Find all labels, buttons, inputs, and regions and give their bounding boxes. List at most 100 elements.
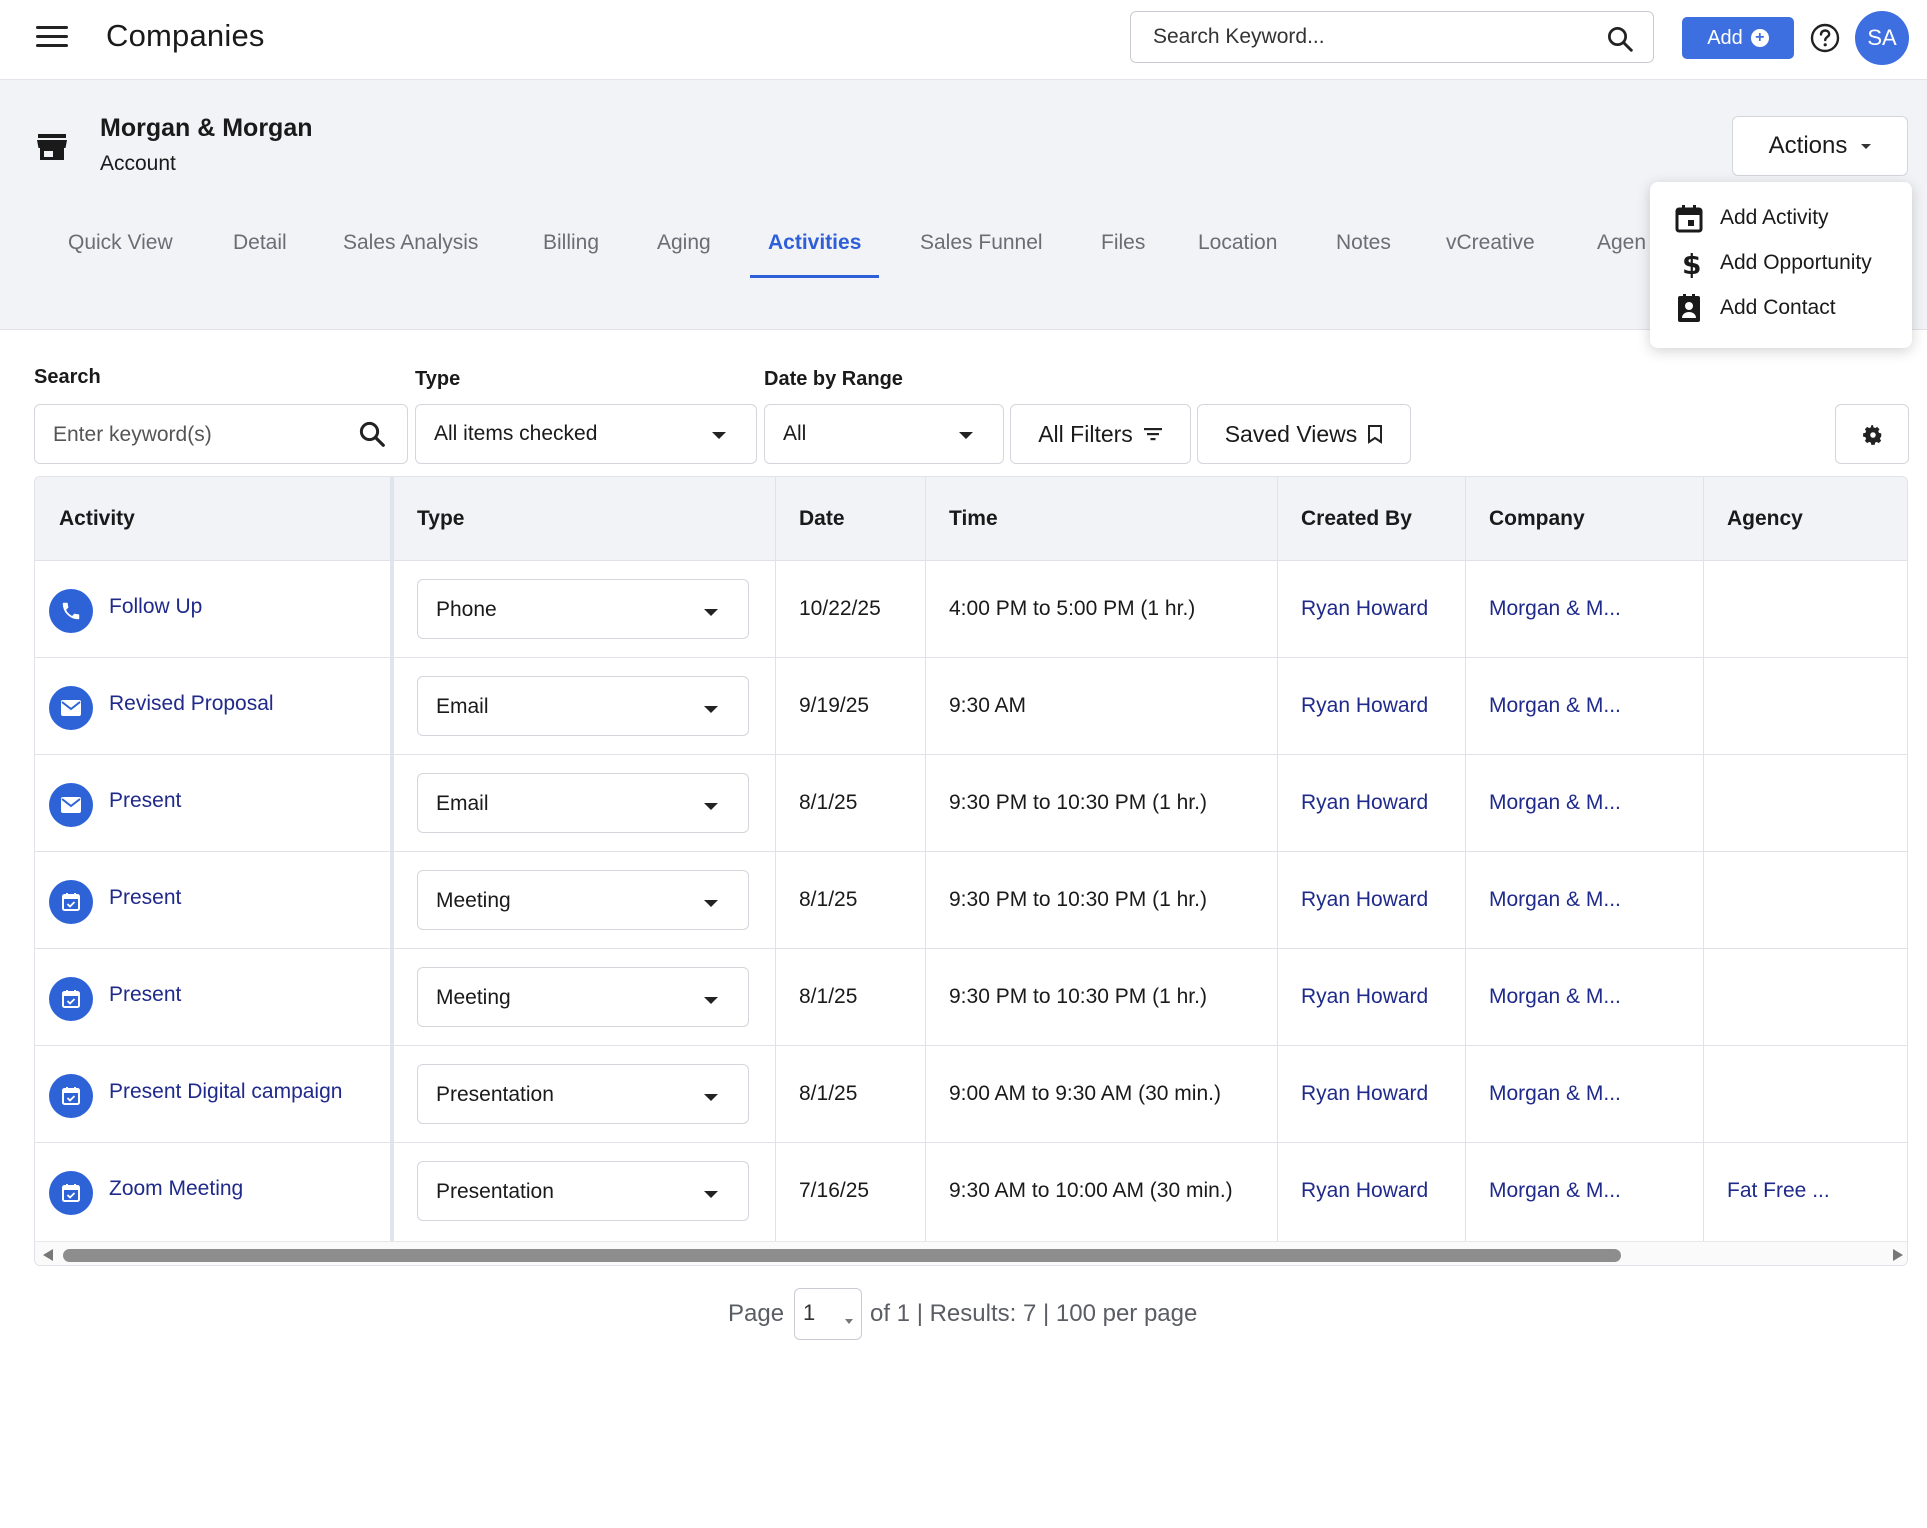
row-type-value: Meeting [436,889,511,912]
tab-sales-analysis[interactable]: Sales Analysis [325,220,496,278]
saved-views-button[interactable]: Saved Views [1197,404,1411,464]
activity-link[interactable]: Present [109,789,181,813]
scroll-left-arrow-icon[interactable] [43,1249,53,1261]
tab-billing[interactable]: Billing [525,220,617,278]
row-time: 9:30 PM to 10:30 PM (1 hr.) [949,791,1207,814]
row-created-by-link[interactable]: Ryan Howard [1301,1179,1428,1203]
actions-button[interactable]: Actions [1732,116,1908,176]
add-contact-menu-item[interactable]: Add Contact [1650,286,1912,330]
tab-aging[interactable]: Aging [639,220,729,278]
row-created-by-link[interactable]: Ryan Howard [1301,985,1428,1009]
row-type-select[interactable]: Phone [417,579,749,639]
row-agency-link[interactable]: Fat Free ... [1727,1179,1830,1203]
activity-search-input[interactable] [53,420,353,450]
tab-notes[interactable]: Notes [1318,220,1409,278]
email-icon [49,686,93,730]
tab-sales-funnel[interactable]: Sales Funnel [902,220,1061,278]
row-date: 7/16/25 [799,1179,870,1202]
help-icon[interactable] [1809,22,1841,54]
row-date: 9/19/25 [799,694,870,717]
tab-vcreative[interactable]: vCreative [1428,220,1553,278]
column-header-time[interactable]: Time [949,477,998,561]
top-bar: Companies Add + SA [0,0,1927,80]
row-type-select[interactable]: Presentation [417,1161,749,1221]
date-range-select[interactable]: All [764,404,1004,464]
row-company-link[interactable]: Morgan & M... [1489,985,1621,1009]
add-button-label: Add [1707,26,1743,49]
row-time: 9:30 AM to 10:00 AM (30 min.) [949,1179,1233,1202]
calendar-check-icon [49,1171,93,1215]
tab-detail[interactable]: Detail [215,220,305,278]
table-header: Activity Type Date Time Created By Compa… [35,477,1907,561]
row-type-select[interactable]: Presentation [417,1064,749,1124]
column-header-date[interactable]: Date [799,477,845,561]
activity-link[interactable]: Present Digital campaign [109,1080,342,1104]
all-filters-button[interactable]: All Filters [1010,404,1191,464]
row-company-link[interactable]: Morgan & M... [1489,694,1621,718]
activity-link[interactable]: Present [109,983,181,1007]
dropdown-arrow-icon [704,609,718,616]
add-activity-menu-item[interactable]: Add Activity [1650,196,1912,240]
activity-link[interactable]: Present [109,886,181,910]
row-type-select[interactable]: Meeting [417,870,749,930]
row-company-link[interactable]: Morgan & M... [1489,888,1621,912]
bookmark-icon [1368,425,1383,444]
tab-activities[interactable]: Activities [750,220,880,278]
column-header-company[interactable]: Company [1489,477,1585,561]
dropdown-arrow-icon [959,432,973,439]
row-created-by-link[interactable]: Ryan Howard [1301,791,1428,815]
row-company-link[interactable]: Morgan & M... [1489,791,1621,815]
calendar-check-icon [49,1074,93,1118]
global-search-input[interactable] [1153,22,1573,52]
row-date: 8/1/25 [799,791,858,814]
column-header-activity[interactable]: Activity [59,477,135,561]
scroll-right-arrow-icon[interactable] [1893,1249,1903,1261]
activity-link[interactable]: Zoom Meeting [109,1177,243,1201]
horizontal-scrollbar[interactable] [35,1241,1907,1265]
tab-location[interactable]: Location [1180,220,1295,278]
dropdown-arrow-icon [704,900,718,907]
table-settings-button[interactable] [1835,404,1909,464]
hamburger-menu-icon[interactable] [36,26,68,52]
add-opportunity-menu-item[interactable]: $ Add Opportunity [1650,241,1912,285]
activity-search [34,404,408,464]
row-company-link[interactable]: Morgan & M... [1489,1179,1621,1203]
search-icon[interactable] [1605,24,1635,54]
company-header: Morgan & Morgan Account Actions Quick Vi… [0,80,1927,330]
store-icon [37,134,67,160]
table-row: Revised Proposal Email 9/19/25 9:30 AM R… [35,658,1907,755]
activity-link[interactable]: Follow Up [109,595,202,619]
table-row: Present Digital campaign Presentation 8/… [35,1046,1907,1143]
row-company-link[interactable]: Morgan & M... [1489,1082,1621,1106]
dropdown-arrow-icon [704,803,718,810]
add-activity-label: Add Activity [1720,206,1829,229]
global-search [1130,11,1654,63]
company-name: Morgan & Morgan [100,114,313,142]
row-created-by-link[interactable]: Ryan Howard [1301,597,1428,621]
avatar[interactable]: SA [1855,11,1909,65]
calendar-check-icon [49,977,93,1021]
table-row: Present Email 8/1/25 9:30 PM to 10:30 PM… [35,755,1907,852]
dropdown-arrow-icon [704,1094,718,1101]
row-created-by-link[interactable]: Ryan Howard [1301,694,1428,718]
column-header-agency[interactable]: Agency [1727,477,1803,561]
dropdown-arrow-icon [704,706,718,713]
row-type-select[interactable]: Email [417,676,749,736]
table-row: Zoom Meeting Presentation 7/16/25 9:30 A… [35,1143,1907,1240]
row-type-value: Email [436,695,489,718]
row-company-link[interactable]: Morgan & M... [1489,597,1621,621]
column-header-created-by[interactable]: Created By [1301,477,1412,561]
column-header-type[interactable]: Type [417,477,464,561]
page-select[interactable]: 1 [794,1288,862,1340]
row-type-select[interactable]: Email [417,773,749,833]
row-created-by-link[interactable]: Ryan Howard [1301,1082,1428,1106]
activity-link[interactable]: Revised Proposal [109,692,274,716]
row-type-select[interactable]: Meeting [417,967,749,1027]
scrollbar-thumb[interactable] [63,1249,1621,1262]
search-icon[interactable] [357,419,387,449]
tab-quick-view[interactable]: Quick View [50,220,191,278]
tab-files[interactable]: Files [1083,220,1163,278]
row-created-by-link[interactable]: Ryan Howard [1301,888,1428,912]
type-filter-select[interactable]: All items checked [415,404,757,464]
add-button[interactable]: Add + [1682,17,1794,59]
